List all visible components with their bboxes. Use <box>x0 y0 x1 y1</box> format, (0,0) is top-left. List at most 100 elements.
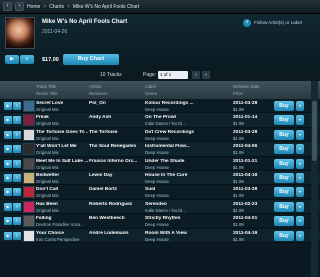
track-title[interactable]: Secret Love <box>36 101 88 106</box>
play-icon[interactable]: ▶ <box>4 145 12 154</box>
buy-button[interactable]: Buy <box>274 172 294 183</box>
breadcrumb-home[interactable]: Home <box>27 4 40 10</box>
next-page-icon[interactable]: › <box>202 71 210 79</box>
col-genre[interactable]: Genre <box>145 91 157 96</box>
col-remixers[interactable]: Remixers <box>89 91 108 96</box>
breadcrumb-charts[interactable]: Charts <box>49 4 64 10</box>
track-genre[interactable]: Deep House <box>145 237 205 242</box>
chevron-down-icon[interactable]: ▾ <box>296 216 304 227</box>
play-icon[interactable]: ▶ <box>4 102 12 110</box>
scrollbar[interactable] <box>311 81 318 277</box>
track-artist[interactable]: The Tortoise <box>89 130 143 135</box>
chevron-down-icon[interactable]: ▾ <box>296 129 304 140</box>
play-icon[interactable]: ▶ <box>4 231 12 240</box>
chevron-down-icon[interactable]: ▾ <box>296 187 304 198</box>
play-icon[interactable]: ▶ <box>4 188 12 197</box>
track-genre[interactable]: Deep House <box>145 150 205 155</box>
add-to-list-icon[interactable]: ≡ <box>13 116 21 125</box>
chevron-down-icon[interactable]: ▾ <box>296 158 304 169</box>
track-genre[interactable]: Deep House <box>145 136 205 141</box>
track-genre[interactable]: Indie Dance / Nu Di... <box>145 208 205 213</box>
add-to-list-icon[interactable]: ≡ <box>13 202 21 211</box>
chevron-down-icon[interactable]: ▾ <box>296 115 304 126</box>
prev-page-icon[interactable]: ‹ <box>192 71 200 79</box>
add-to-list-icon[interactable]: ≡ <box>13 130 21 139</box>
add-to-list-icon[interactable]: ≡ <box>13 173 21 182</box>
track-label[interactable]: Kolour Recordings ... <box>145 101 205 106</box>
track-genre[interactable]: Deep House <box>145 165 205 170</box>
play-icon[interactable]: ▶ <box>4 202 12 211</box>
track-title[interactable]: Freak <box>36 115 88 120</box>
play-icon[interactable]: ▶ <box>4 159 12 168</box>
buy-button[interactable]: Buy <box>274 101 294 111</box>
add-all-button[interactable]: ≡ <box>20 55 34 64</box>
track-label[interactable]: Suol <box>145 187 205 192</box>
track-artist[interactable]: Ben Westbeech <box>89 216 143 221</box>
track-label[interactable]: Serendeo <box>145 202 205 207</box>
play-all-button[interactable]: ▶ <box>5 55 19 64</box>
add-to-list-icon[interactable]: ≡ <box>13 145 21 154</box>
track-artist[interactable]: Francis Inferno Orc... <box>89 159 143 164</box>
play-icon[interactable]: ▶ <box>4 116 12 125</box>
play-icon[interactable]: ▶ <box>4 217 12 226</box>
track-artist[interactable]: Andre Lodemann <box>89 231 143 236</box>
track-genre[interactable]: Deep House <box>145 193 205 198</box>
track-artist[interactable]: Lewis Day <box>89 173 143 178</box>
chevron-down-icon[interactable]: ▾ <box>296 144 304 155</box>
buy-button[interactable]: Buy <box>274 216 294 227</box>
col-artists[interactable]: Artists <box>89 84 101 89</box>
col-label[interactable]: Label <box>145 84 156 89</box>
track-title[interactable]: Falling <box>36 216 88 221</box>
track-genre[interactable]: Deep House <box>145 179 205 184</box>
track-artist[interactable]: Pol_On <box>89 101 143 106</box>
chevron-down-icon[interactable]: ▾ <box>296 172 304 183</box>
forward-arrow-icon[interactable]: › <box>15 2 24 11</box>
buy-button[interactable]: Buy <box>274 129 294 140</box>
add-to-list-icon[interactable]: ≡ <box>13 159 21 168</box>
chevron-down-icon[interactable]: ▾ <box>296 101 304 111</box>
col-remix-title[interactable]: Remix Title <box>36 91 58 96</box>
follow-button[interactable]: + Follow Artist(s) or Label <box>243 19 302 27</box>
track-artist[interactable]: Roberto Rodriguez <box>89 202 143 207</box>
track-title[interactable]: Your Choice <box>36 231 88 236</box>
track-title[interactable]: The Tortoise Goes To ... <box>36 130 88 135</box>
buy-button[interactable]: Buy <box>274 158 294 169</box>
chevron-down-icon[interactable]: ▾ <box>296 230 304 241</box>
chevron-down-icon[interactable]: ▾ <box>296 201 304 212</box>
track-artist[interactable]: Daniel Bortz <box>89 187 143 192</box>
play-icon[interactable]: ▶ <box>4 173 12 182</box>
track-label[interactable]: House In The Cure <box>145 173 205 178</box>
track-label[interactable]: Strictly Rhythm <box>145 216 205 221</box>
track-title[interactable]: Has Been <box>36 202 88 207</box>
track-label[interactable]: Instrumental Flow... <box>145 144 205 149</box>
track-artist[interactable]: Andy Ash <box>89 115 143 120</box>
buy-chart-button[interactable]: Buy Chart <box>63 54 119 65</box>
track-label[interactable]: Room With A View <box>145 231 205 236</box>
page-select[interactable]: 1 of 1 <box>158 71 188 79</box>
track-genre[interactable]: Deep House <box>145 107 205 112</box>
col-price[interactable]: Price <box>233 91 243 96</box>
col-release-date[interactable]: Release Date <box>233 84 260 89</box>
track-label[interactable]: Dirt Crew Recordings <box>145 130 205 135</box>
track-artist[interactable]: The Soul Renegades <box>89 144 143 149</box>
play-icon[interactable]: ▶ <box>4 130 12 139</box>
buy-button[interactable]: Buy <box>274 115 294 126</box>
scrollbar-thumb[interactable] <box>312 101 317 161</box>
buy-button[interactable]: Buy <box>274 144 294 155</box>
track-genre[interactable]: Indie Dance / Nu Di... <box>145 121 205 126</box>
track-genre[interactable]: Deep House <box>145 222 205 227</box>
add-to-list-icon[interactable]: ≡ <box>13 102 21 110</box>
col-track-title[interactable]: Track Title <box>36 84 56 89</box>
track-title[interactable]: Y'all Won't Let Me <box>36 144 88 149</box>
track-title[interactable]: Bedwetter <box>36 173 88 178</box>
add-to-list-icon[interactable]: ≡ <box>13 231 21 240</box>
track-label[interactable]: On The Prowl <box>145 115 205 120</box>
buy-button[interactable]: Buy <box>274 201 294 212</box>
buy-button[interactable]: Buy <box>274 187 294 198</box>
track-title[interactable]: Meet Me In Salt Lake ... <box>36 159 88 164</box>
add-to-list-icon[interactable]: ≡ <box>13 188 21 197</box>
buy-button[interactable]: Buy <box>274 230 294 241</box>
track-label[interactable]: Under The Shade <box>145 159 205 164</box>
add-to-list-icon[interactable]: ≡ <box>13 217 21 226</box>
track-title[interactable]: Don't Call <box>36 187 88 192</box>
